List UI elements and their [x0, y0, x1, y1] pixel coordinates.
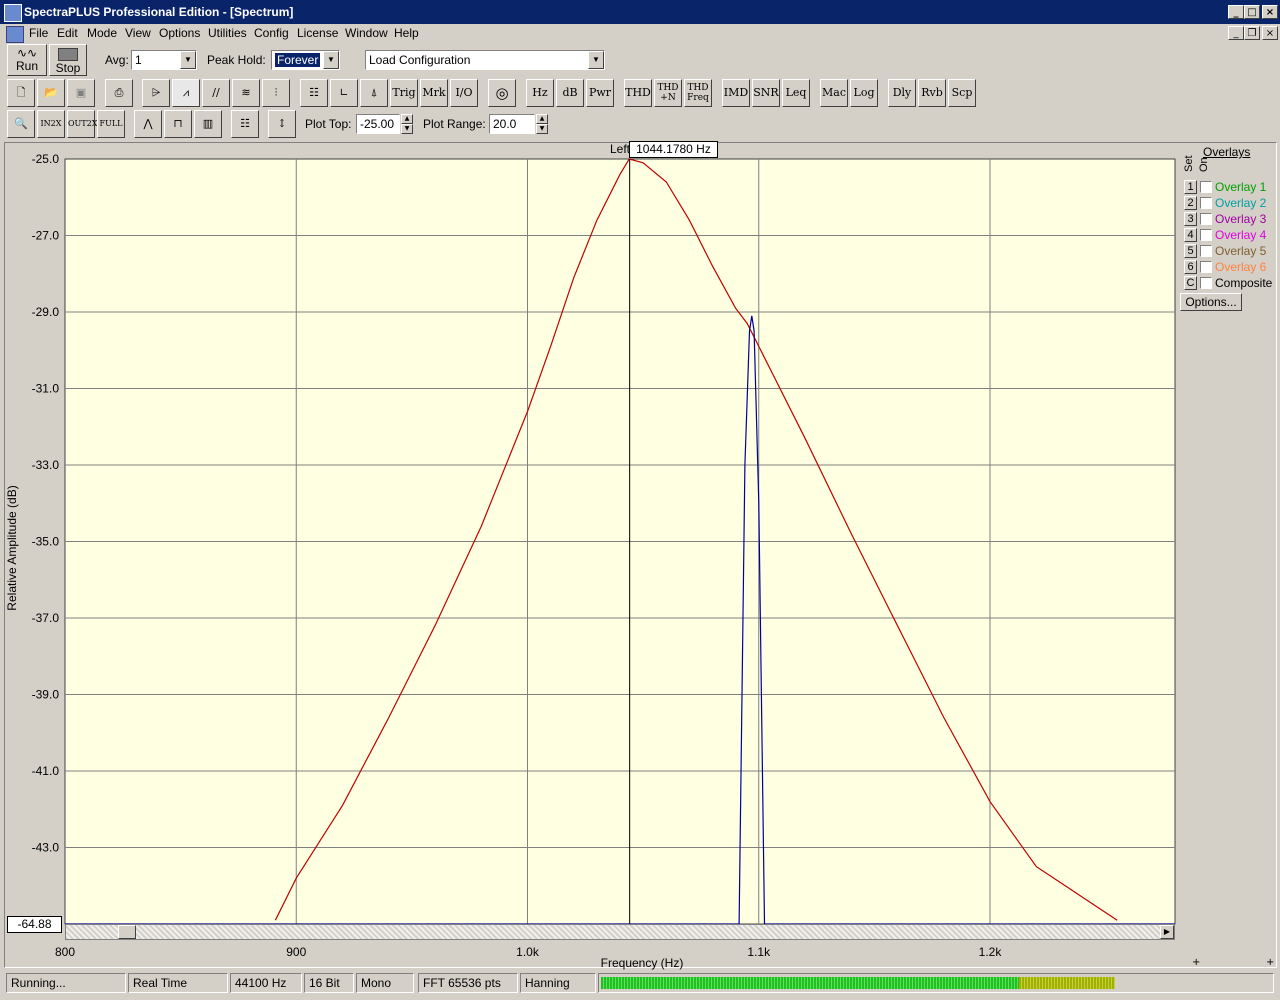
y-tick-label: -37.0: [32, 611, 60, 625]
status-window: Hanning: [520, 973, 596, 993]
level-meter: [598, 973, 1274, 993]
scroll-right-icon[interactable]: ▶: [1160, 925, 1174, 939]
overlay-options-button[interactable]: Options...: [1180, 293, 1242, 311]
overlay-checkbox[interactable]: [1200, 261, 1212, 273]
overlay-name: Overlay 2: [1215, 196, 1267, 210]
overlay-set-button[interactable]: 5: [1184, 244, 1197, 258]
overlay-set-button[interactable]: 6: [1184, 260, 1197, 274]
cursor-readout: 1044.1780 Hz: [629, 141, 718, 158]
overlay-name: Composite: [1215, 276, 1273, 290]
y-tick-label: -27.0: [32, 229, 60, 243]
x-tick-label: 1.1k: [747, 945, 771, 959]
y-tick-label: -29.0: [32, 305, 60, 319]
level-meter-peak: [1019, 977, 1115, 989]
overlay-checkbox[interactable]: [1200, 213, 1212, 225]
overlay-checkbox[interactable]: [1200, 197, 1212, 209]
overlay-name: Overlay 4: [1215, 228, 1267, 242]
value-readout: -64.88: [7, 916, 62, 933]
y-tick-label: -43.0: [32, 841, 60, 855]
overlay-checkbox[interactable]: [1200, 229, 1212, 241]
x-tick-label: 1.2k: [979, 945, 1003, 959]
overlay-set-button[interactable]: 3: [1184, 212, 1197, 226]
status-mode: Real Time: [128, 973, 228, 993]
y-tick-label: -31.0: [32, 382, 60, 396]
x-tick-label: 1.0k: [516, 945, 540, 959]
overlay-checkbox[interactable]: [1200, 181, 1212, 193]
status-rate: 44100 Hz: [230, 973, 302, 993]
overlays-header[interactable]: Overlays: [1203, 145, 1250, 159]
overlay-name: Overlay 6: [1215, 260, 1267, 274]
status-bits: 16 Bit: [304, 973, 354, 993]
status-state: Running...: [6, 973, 126, 993]
horizontal-scrollbar[interactable]: ▶: [65, 924, 1175, 940]
overlay-set-button[interactable]: C: [1184, 276, 1197, 290]
scrollbar-thumb[interactable]: [118, 925, 136, 939]
y-axis-label: Relative Amplitude (dB): [5, 485, 19, 610]
resize-plus-icon[interactable]: +: [1192, 957, 1200, 968]
x-axis-label: Frequency (Hz): [601, 956, 684, 970]
status-fft: FFT 65536 pts: [418, 973, 518, 993]
overlay-set-button[interactable]: 2: [1184, 196, 1197, 210]
y-tick-label: -25.0: [32, 152, 60, 166]
x-tick-label: 800: [55, 945, 75, 959]
overlay-set-button[interactable]: 4: [1184, 228, 1197, 242]
overlay-checkbox[interactable]: [1200, 277, 1212, 289]
y-tick-label: -41.0: [32, 764, 60, 778]
y-tick-label: -35.0: [32, 535, 60, 549]
overlay-name: Overlay 3: [1215, 212, 1267, 226]
x-tick-label: 900: [286, 945, 306, 959]
y-tick-label: -39.0: [32, 688, 60, 702]
set-column-label: Set: [1183, 155, 1195, 172]
resize-plus-icon-right[interactable]: +: [1266, 957, 1274, 968]
overlay-set-button[interactable]: 1: [1184, 180, 1197, 194]
on-column-label: On: [1198, 157, 1210, 172]
status-channels: Mono: [356, 973, 414, 993]
overlay-checkbox[interactable]: [1200, 245, 1212, 257]
overlay-name: Overlay 5: [1215, 244, 1267, 258]
status-bar: Running... Real Time 44100 Hz 16 Bit Mon…: [0, 970, 1280, 1000]
y-tick-label: -33.0: [32, 458, 60, 472]
channel-label: Left: [610, 142, 631, 156]
overlay-name: Overlay 1: [1215, 180, 1267, 194]
